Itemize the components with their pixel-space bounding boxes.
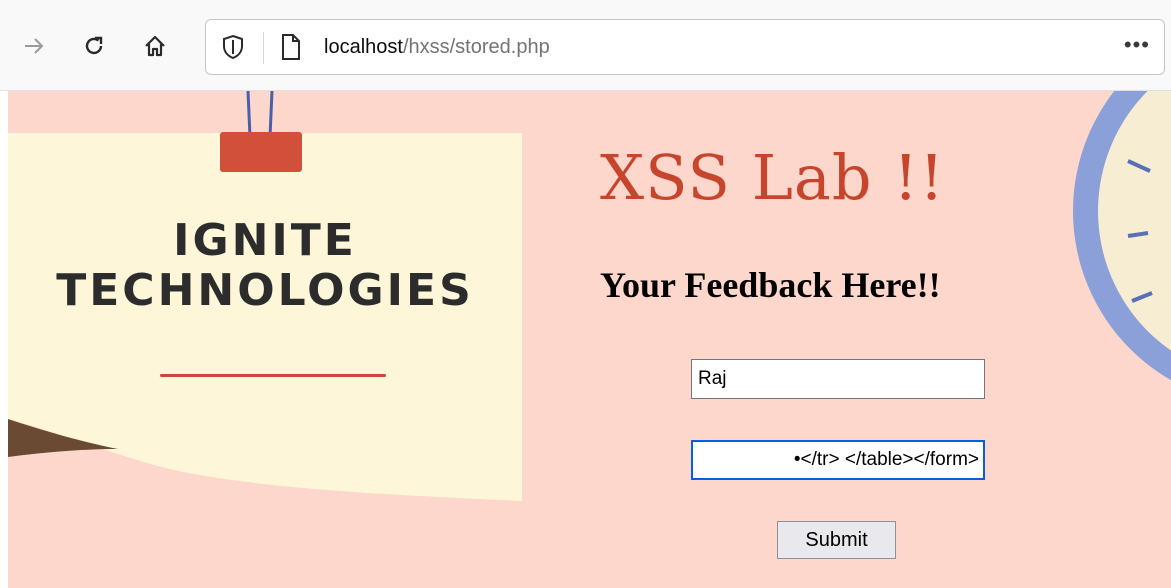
page-viewport: IGNITE TECHNOLOGIES XSS Lab !! Your Feed…	[0, 91, 1171, 588]
browser-toolbar: localhost/hxss/stored.php •••	[0, 0, 1171, 91]
ignite-logo: IGNITE TECHNOLOGIES	[8, 216, 522, 316]
url-host: localhost	[324, 36, 403, 58]
page-left-edge	[0, 91, 8, 588]
address-bar[interactable]: localhost/hxss/stored.php •••	[205, 19, 1165, 75]
arrow-right-icon	[25, 38, 44, 54]
reload-button[interactable]	[76, 28, 112, 64]
message-input[interactable]: •</tr> </table></form>	[691, 440, 985, 480]
lab-title: XSS Lab !!	[600, 141, 946, 214]
logo-underline	[160, 374, 386, 377]
note-shadow-curl	[8, 419, 522, 541]
logo-line-2: TECHNOLOGIES	[56, 265, 474, 316]
forward-button[interactable]	[16, 28, 52, 64]
page-icon[interactable]	[280, 33, 302, 61]
submit-button[interactable]: Submit	[777, 521, 896, 559]
more-actions-button[interactable]: •••	[1124, 32, 1150, 58]
logo-line-1: IGNITE	[173, 215, 357, 266]
shield-icon[interactable]	[222, 34, 244, 60]
home-button[interactable]	[137, 28, 173, 64]
url-separator	[263, 32, 264, 64]
feedback-heading: Your Feedback Here!!	[600, 265, 941, 305]
url-text[interactable]: localhost/hxss/stored.php	[324, 34, 550, 60]
binder-clip	[220, 132, 302, 172]
clock-decoration	[1073, 91, 1171, 381]
url-path: /hxss/stored.php	[402, 36, 550, 58]
reload-icon	[85, 36, 103, 55]
name-input[interactable]	[691, 359, 985, 399]
home-icon	[145, 35, 165, 57]
